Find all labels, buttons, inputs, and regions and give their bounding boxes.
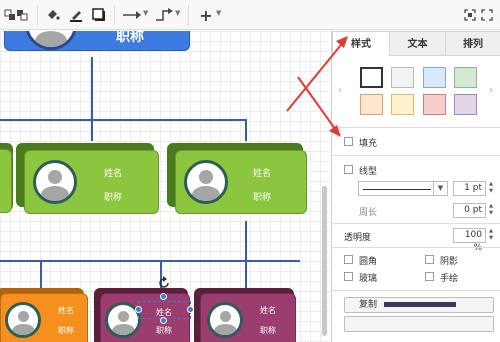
panel-tabs: 样式 文本 排列: [332, 31, 500, 56]
diagram-canvas[interactable]: 职称 姓名 职称 姓名 职称 姓名 职称 姓名 职称 姓名 职称: [0, 31, 330, 342]
chevron-down-icon[interactable]: ▼: [216, 9, 221, 17]
toolbar-separator: [37, 5, 38, 25]
divider: [332, 247, 500, 248]
fit-icon[interactable]: [462, 7, 478, 23]
connector-line[interactable]: [40, 260, 42, 288]
card-title: 职称: [252, 193, 271, 203]
card-title: 职称: [103, 193, 122, 203]
connector-line[interactable]: [245, 221, 247, 261]
tab-style[interactable]: 样式: [332, 31, 390, 56]
waypoints-icon[interactable]: [155, 7, 173, 23]
fill-color-icon[interactable]: [45, 7, 61, 23]
fill-label: 填充: [359, 139, 378, 149]
rounded-checkbox[interactable]: [344, 255, 353, 264]
style-swatch[interactable]: [423, 94, 446, 115]
org-card[interactable]: [0, 149, 12, 213]
tab-arrange[interactable]: 排列: [445, 31, 500, 56]
chevron-down-icon: ▼: [433, 182, 447, 195]
org-card[interactable]: 姓名 职称: [175, 150, 307, 214]
shadow-icon[interactable]: [91, 7, 107, 23]
avatar: [25, 31, 77, 50]
resize-handle[interactable]: [160, 317, 167, 324]
stepper-icon[interactable]: ▲ ▼: [487, 228, 495, 243]
stepper-icon[interactable]: ▲ ▼: [487, 181, 495, 196]
resize-handle[interactable]: [187, 306, 194, 313]
divider: [332, 290, 500, 291]
chevron-left-icon[interactable]: ‹: [338, 83, 342, 96]
avatar: [207, 302, 243, 338]
opacity-label: 透明度: [344, 233, 372, 243]
chevron-right-icon[interactable]: ›: [489, 83, 493, 96]
format-panel: 样式 文本 排列 ‹ › 填充 线型 ▼ 1 pt ▲ ▼ 周长 0 pt ▲ ▼ …: [331, 31, 500, 342]
avatar: [33, 160, 77, 204]
vertical-scrollbar[interactable]: [322, 186, 327, 336]
style-swatch[interactable]: [423, 67, 446, 88]
line-checkbox[interactable]: [344, 165, 353, 174]
toolbar-separator: [114, 5, 115, 25]
style-swatch[interactable]: [360, 67, 383, 88]
org-card[interactable]: 姓名 职称: [0, 293, 88, 342]
top-card[interactable]: 职称: [4, 31, 190, 51]
sketch-label: 手绘: [440, 274, 459, 284]
redacted-bar: [383, 302, 456, 307]
org-card[interactable]: 姓名 职称: [200, 293, 296, 342]
card-name: 姓名: [58, 306, 74, 315]
rounded-label: 圆角: [359, 257, 378, 267]
divider: [332, 127, 500, 128]
chevron-down-icon[interactable]: ▼: [175, 9, 180, 17]
connector-line[interactable]: [245, 119, 247, 141]
card-name: 姓名: [252, 169, 271, 179]
connector-line[interactable]: [91, 57, 93, 119]
perimeter-label: 周长: [359, 208, 378, 218]
connector-line[interactable]: [0, 119, 247, 121]
fullscreen-icon[interactable]: [479, 7, 495, 23]
stepper-icon[interactable]: ▲ ▼: [487, 203, 495, 218]
opacity-input[interactable]: 100 %: [453, 228, 486, 253]
connector-line[interactable]: [91, 119, 93, 141]
tab-text[interactable]: 文本: [389, 31, 446, 56]
chevron-down-icon[interactable]: ▼: [143, 9, 148, 17]
connector-line[interactable]: [0, 260, 300, 262]
divider: [332, 223, 500, 224]
toolbar-separator: [188, 5, 189, 25]
insert-icon[interactable]: +: [198, 6, 214, 25]
connector-line[interactable]: [245, 260, 247, 288]
copy-style-button[interactable]: 复制: [344, 297, 494, 313]
card-title: 职称: [116, 31, 144, 45]
rotate-handle-icon[interactable]: [157, 276, 171, 290]
style-swatch[interactable]: [454, 94, 477, 115]
resize-handle[interactable]: [160, 293, 167, 300]
fill-checkbox[interactable]: [344, 137, 353, 146]
resize-handle[interactable]: [135, 306, 142, 313]
divider: [332, 155, 500, 156]
sketch-checkbox[interactable]: [425, 272, 434, 281]
style-swatch[interactable]: [391, 94, 414, 115]
card-title: 职称: [260, 326, 276, 335]
card-name: 姓名: [260, 306, 276, 315]
line-label: 线型: [359, 167, 378, 177]
avatar: [184, 160, 228, 204]
glass-label: 玻璃: [359, 274, 378, 284]
style-swatch[interactable]: [454, 67, 477, 88]
card-title: 职称: [156, 326, 172, 335]
line-color-icon[interactable]: [68, 7, 84, 23]
shadow-label: 阴影: [440, 257, 459, 267]
avatar: [5, 302, 41, 338]
paste-style-button[interactable]: [344, 316, 494, 332]
connection-icon[interactable]: [122, 7, 142, 23]
style-swatch[interactable]: [360, 94, 383, 115]
line-style-select[interactable]: ▼: [358, 181, 448, 196]
card-name: 姓名: [103, 169, 122, 179]
org-card[interactable]: 姓名 职称: [24, 150, 159, 214]
copy-style-label: 复制: [359, 300, 378, 310]
card-title: 职称: [58, 326, 74, 335]
to-back-icon[interactable]: [14, 7, 30, 23]
perimeter-input[interactable]: 0 pt: [453, 203, 486, 218]
shadow-checkbox[interactable]: [425, 255, 434, 264]
style-swatch[interactable]: [391, 67, 414, 88]
glass-checkbox[interactable]: [344, 272, 353, 281]
toolbar: ▼ ▼ + ▼: [0, 0, 500, 30]
line-width-input[interactable]: 1 pt: [453, 181, 486, 196]
